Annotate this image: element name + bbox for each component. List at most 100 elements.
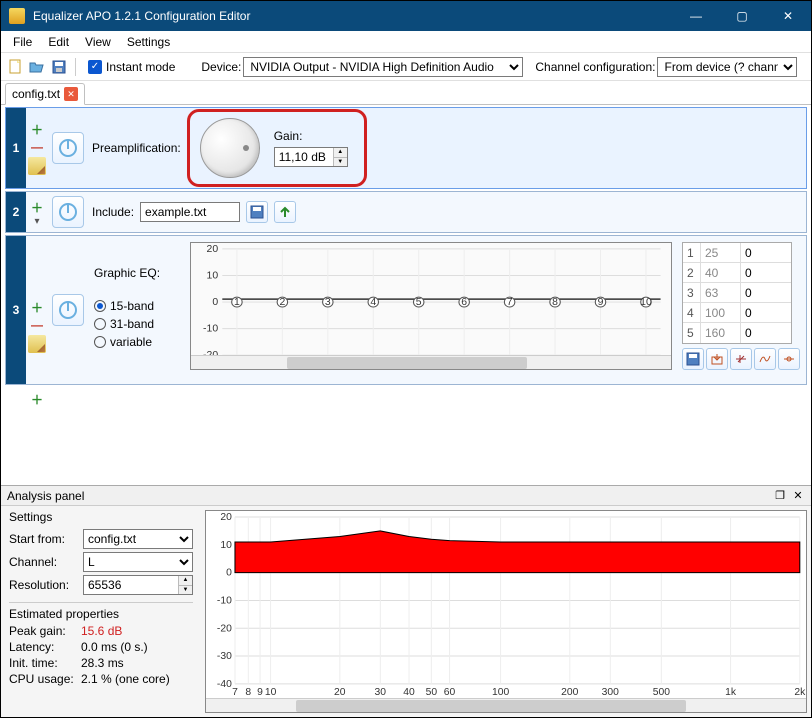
- svg-text:0: 0: [212, 297, 218, 308]
- separator: [75, 58, 76, 76]
- row-controls: ＋ —: [26, 108, 48, 188]
- power-button[interactable]: [52, 132, 84, 164]
- instant-mode-label: Instant mode: [106, 60, 175, 74]
- instant-mode-checkbox[interactable]: ✓ Instant mode: [88, 60, 175, 74]
- svg-text:8: 8: [245, 687, 251, 698]
- channel-select[interactable]: L: [83, 552, 193, 572]
- menu-file[interactable]: File: [5, 33, 40, 51]
- spin-up-icon[interactable]: ▲: [179, 576, 192, 586]
- analysis-scrollbar[interactable]: [206, 698, 806, 712]
- svg-text:500: 500: [653, 687, 671, 698]
- open-file-icon[interactable]: [27, 57, 47, 77]
- estimated-properties: Estimated properties Peak gain:15.6 dB L…: [9, 602, 193, 687]
- channel-config-select[interactable]: From device (? channels): [657, 57, 797, 77]
- save-bands-icon[interactable]: [682, 348, 704, 370]
- resolution-input[interactable]: [84, 576, 178, 594]
- check-icon: ✓: [88, 60, 102, 74]
- spin-down-icon[interactable]: ▼: [334, 158, 347, 167]
- add-filter-row: ＋: [1, 387, 811, 411]
- device-label: Device:: [201, 60, 241, 74]
- close-panel-icon[interactable]: ✕: [791, 489, 805, 503]
- filter-row-preamp[interactable]: 1 ＋ — Preamplification: Gain: ▲▼: [5, 107, 807, 189]
- row-controls: ＋ ▾: [26, 192, 48, 232]
- eq-table-toolbar: [682, 348, 800, 370]
- table-row[interactable]: 3630: [683, 283, 791, 303]
- include-file-input[interactable]: [140, 202, 240, 222]
- filter-body: Preamplification: Gain: ▲▼: [88, 108, 806, 188]
- device-select[interactable]: NVIDIA Output - NVIDIA High Definition A…: [243, 57, 523, 77]
- minimize-button[interactable]: ―: [673, 1, 719, 31]
- power-button[interactable]: [52, 294, 84, 326]
- start-from-select[interactable]: config.txt: [83, 529, 193, 549]
- filter-row-graphic-eq[interactable]: 3 ＋ — Graphic EQ: 15-band 31-band variab…: [5, 235, 807, 385]
- power-icon: [59, 203, 77, 221]
- close-button[interactable]: ✕: [765, 1, 811, 31]
- menubar: File Edit View Settings: [1, 31, 811, 53]
- edit-icon[interactable]: [28, 335, 46, 353]
- add-icon[interactable]: ＋: [29, 299, 45, 315]
- tab-bar: config.txt ✕: [1, 81, 811, 105]
- open-include-button[interactable]: [274, 201, 296, 223]
- add-filter-icon[interactable]: ＋: [29, 391, 45, 407]
- radio-31-band[interactable]: 31-band: [94, 316, 180, 332]
- peak-gain-label: Peak gain:: [9, 623, 81, 639]
- power-button[interactable]: [52, 196, 84, 228]
- edit-icon[interactable]: [28, 157, 46, 175]
- gain-highlight-box: Gain: ▲▼: [187, 109, 367, 187]
- table-row[interactable]: 41000: [683, 303, 791, 323]
- table-row[interactable]: 1250: [683, 243, 791, 263]
- svg-text:10: 10: [265, 687, 277, 698]
- svg-text:5: 5: [416, 297, 422, 308]
- analysis-panel: Analysis panel ❐ ✕ Settings Start from:c…: [1, 485, 811, 717]
- radio-variable[interactable]: variable: [94, 334, 180, 350]
- gain-input[interactable]: [275, 148, 333, 166]
- close-tab-icon[interactable]: ✕: [64, 87, 78, 101]
- dock-icon[interactable]: ❐: [773, 489, 787, 503]
- expand-icon[interactable]: ▾: [30, 217, 44, 225]
- include-label: Include:: [92, 205, 134, 219]
- menu-edit[interactable]: Edit: [40, 33, 77, 51]
- browse-file-button[interactable]: [246, 201, 268, 223]
- filter-row-include[interactable]: 2 ＋ ▾ Include:: [5, 191, 807, 233]
- radio-15-band[interactable]: 15-band: [94, 298, 180, 314]
- new-file-icon[interactable]: [5, 57, 25, 77]
- spin-down-icon[interactable]: ▼: [179, 586, 192, 595]
- reset-bands-icon[interactable]: [730, 348, 752, 370]
- tab-config[interactable]: config.txt ✕: [5, 83, 85, 105]
- resolution-label: Resolution:: [9, 578, 79, 592]
- save-file-icon[interactable]: [49, 57, 69, 77]
- spin-up-icon[interactable]: ▲: [334, 148, 347, 158]
- table-row[interactable]: 2400: [683, 263, 791, 283]
- analysis-chart[interactable]: 20100-10-20-30-40 7891020304050601002003…: [205, 510, 807, 713]
- svg-text:9: 9: [257, 687, 263, 698]
- add-icon[interactable]: ＋: [29, 199, 45, 215]
- remove-icon[interactable]: —: [29, 317, 45, 333]
- titlebar: Equalizer APO 1.2.1 Configuration Editor…: [1, 1, 811, 31]
- maximize-button[interactable]: ▢: [719, 1, 765, 31]
- eq-chart[interactable]: 12345678910 20100-10-20 2540631001602504…: [190, 242, 672, 370]
- eq-scrollbar[interactable]: [191, 355, 671, 369]
- invert-bands-icon[interactable]: [754, 348, 776, 370]
- svg-text:7: 7: [507, 297, 513, 308]
- gain-knob[interactable]: [200, 118, 260, 178]
- gain-spinner[interactable]: ▲▼: [274, 147, 348, 167]
- preamp-label: Preamplification:: [92, 141, 181, 155]
- table-row[interactable]: 51600: [683, 323, 791, 343]
- app-icon: [9, 8, 25, 24]
- normalize-bands-icon[interactable]: [778, 348, 800, 370]
- filter-body: Graphic EQ: 15-band 31-band variable 123…: [88, 236, 806, 384]
- remove-icon[interactable]: —: [29, 139, 45, 155]
- eq-band-table[interactable]: 1250240036304100051600: [682, 242, 792, 344]
- import-bands-icon[interactable]: [706, 348, 728, 370]
- svg-text:10: 10: [207, 271, 219, 282]
- row-controls: ＋ —: [26, 236, 48, 384]
- svg-text:20: 20: [220, 512, 232, 523]
- svg-text:50: 50: [426, 687, 438, 698]
- row-number: 3: [6, 236, 26, 384]
- svg-text:-20: -20: [217, 623, 232, 634]
- menu-settings[interactable]: Settings: [119, 33, 178, 51]
- add-icon[interactable]: ＋: [29, 121, 45, 137]
- svg-text:20: 20: [334, 687, 346, 698]
- menu-view[interactable]: View: [77, 33, 119, 51]
- resolution-spinner[interactable]: ▲▼: [83, 575, 193, 595]
